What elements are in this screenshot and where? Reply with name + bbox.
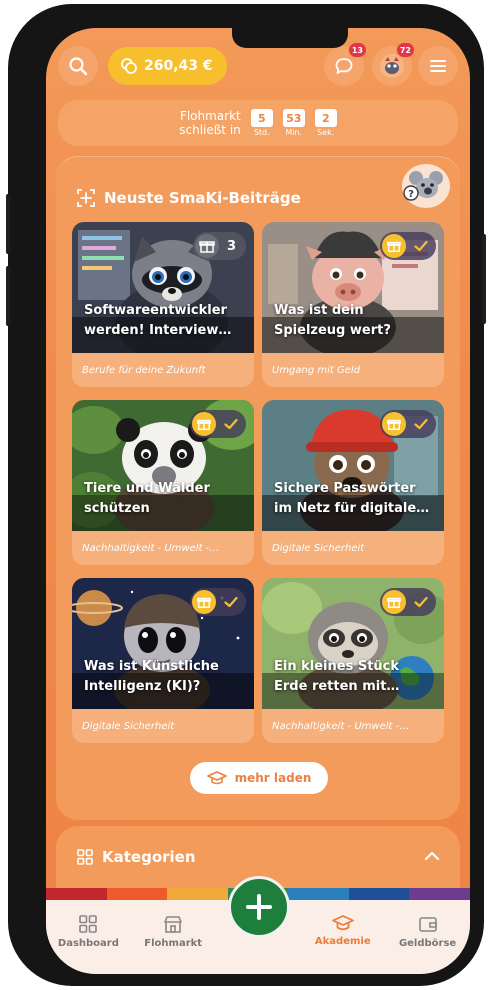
check-icon xyxy=(224,418,238,430)
store-icon xyxy=(164,916,182,933)
balance-pill[interactable]: 260,43 € xyxy=(108,47,227,85)
phone-notch xyxy=(232,28,348,48)
graduation-cap-icon xyxy=(206,771,227,785)
latest-posts-section: Neuste SmaKi-Beiträge ? 3 Softwareentwic… xyxy=(56,156,460,820)
add-button[interactable] xyxy=(228,876,290,938)
app-screen: 260,43 € 13 72 Flohmarkt schließt in 5 S… xyxy=(46,28,470,974)
gift-coin-icon xyxy=(387,241,401,252)
avatar-badge: 72 xyxy=(395,42,415,58)
chevron-up-icon[interactable] xyxy=(424,850,440,862)
completed-badge xyxy=(380,588,436,616)
post-category: Nachhaltigkeit - Umwelt -… xyxy=(272,721,410,732)
post-title: Tiere und Wälder schützen xyxy=(84,481,210,516)
post-card[interactable]: Sichere Passwörter im Netz für digitale…… xyxy=(262,400,444,565)
load-more-button[interactable]: mehr laden xyxy=(190,762,328,794)
post-category: Berufe für deine Zukunft xyxy=(82,365,206,376)
plus-icon xyxy=(246,894,272,920)
gift-coin-icon xyxy=(387,419,401,430)
menu-button[interactable] xyxy=(418,46,458,86)
wallet-icon xyxy=(418,917,437,932)
help-question-mark: ? xyxy=(408,189,414,200)
check-icon xyxy=(414,418,428,430)
check-icon xyxy=(414,240,428,252)
phone-side-button xyxy=(6,266,10,326)
post-card[interactable]: Was ist Künstliche Intelligenz (KI)? Dig… xyxy=(72,578,254,743)
search-icon xyxy=(69,57,88,76)
nav-geldboerse[interactable]: Geldbörse xyxy=(385,900,470,974)
countdown-hours: 5 Std. xyxy=(250,109,273,137)
grid-icon xyxy=(79,915,98,933)
post-category: Digitale Sicherheit xyxy=(272,543,365,554)
graduation-cap-icon xyxy=(331,915,354,931)
completed-badge xyxy=(190,410,246,438)
top-bar: 260,43 € 13 72 xyxy=(46,42,470,90)
mascot-help-button[interactable]: ? xyxy=(402,164,450,208)
koala-mascot-icon: ? xyxy=(403,165,447,207)
chat-button[interactable]: 13 xyxy=(324,42,367,86)
nav-dashboard[interactable]: Dashboard xyxy=(46,900,131,974)
post-category: Nachhaltigkeit - Umwelt -… xyxy=(82,543,220,554)
chat-badge: 13 xyxy=(347,42,367,58)
post-category: Digitale Sicherheit xyxy=(82,721,175,732)
post-card[interactable]: Tiere und Wälder schützen Nachhaltigkeit… xyxy=(72,400,254,565)
fleamarket-countdown: Flohmarkt schließt in 5 Std. 53 Min. 2 S… xyxy=(58,100,458,146)
phone-side-button xyxy=(482,234,486,324)
coins-icon xyxy=(121,58,137,74)
search-button[interactable] xyxy=(58,46,98,86)
post-title: Ein kleines Stück Erde retten mit… xyxy=(274,659,400,694)
gift-coin-icon xyxy=(197,597,211,608)
check-icon xyxy=(414,596,428,608)
categories-title: Kategorien xyxy=(76,848,196,866)
profile-button[interactable]: 72 xyxy=(372,42,415,86)
completed-badge xyxy=(380,232,436,260)
balance-value: 260,43 € xyxy=(144,58,213,74)
post-title: Was ist dein Spielzeug wert? xyxy=(274,303,391,338)
post-card[interactable]: 3 Softwareentwickler werden! Interview… … xyxy=(72,222,254,387)
countdown-seconds: 2 Sek. xyxy=(314,109,337,137)
completed-badge xyxy=(190,588,246,616)
gift-coin-icon xyxy=(197,419,211,430)
post-title: Sichere Passwörter im Netz für digitale… xyxy=(274,481,430,516)
hamburger-menu-icon xyxy=(430,60,446,72)
phone-side-button xyxy=(6,194,10,254)
post-card[interactable]: Ein kleines Stück Erde retten mit… Nachh… xyxy=(262,578,444,743)
gift-coin-icon xyxy=(387,597,401,608)
section-title: Neuste SmaKi-Beiträge xyxy=(76,188,301,208)
countdown-minutes: 53 Min. xyxy=(282,109,305,137)
post-category: Umgang mit Geld xyxy=(272,365,361,376)
nav-flohmarkt[interactable]: Flohmarkt xyxy=(131,900,216,974)
chat-bubble-icon xyxy=(335,58,353,74)
gift-count-badge: 3 xyxy=(192,232,246,260)
completed-badge xyxy=(380,410,436,438)
sparkle-box-icon xyxy=(77,189,95,207)
post-title: Was ist Künstliche Intelligenz (KI)? xyxy=(84,659,219,694)
countdown-label: Flohmarkt schließt in xyxy=(179,109,241,137)
grid-icon xyxy=(77,849,93,865)
gift-icon xyxy=(199,241,215,253)
check-icon xyxy=(224,596,238,608)
post-title: Softwareentwickler werden! Interview… xyxy=(84,303,232,338)
nav-akademie[interactable]: Akademie xyxy=(300,900,385,974)
post-card[interactable]: Was ist dein Spielzeug wert? Umgang mit … xyxy=(262,222,444,387)
